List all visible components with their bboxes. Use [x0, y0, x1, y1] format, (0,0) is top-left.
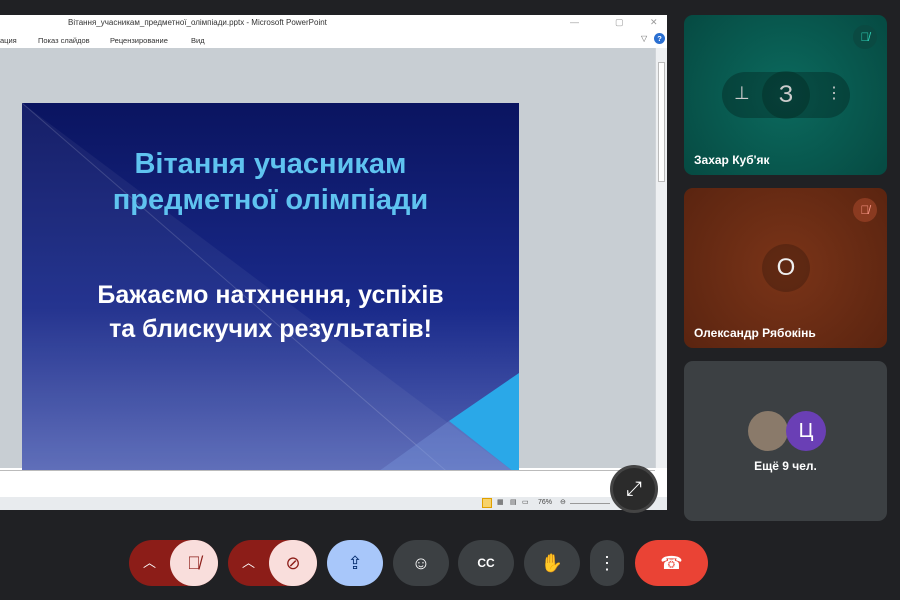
participant-photo	[748, 411, 788, 451]
participant-tile[interactable]: 🎙̸ ⊥ З ⋮ Захар Куб'як	[684, 15, 887, 175]
avatar: О	[762, 244, 810, 292]
participant-name: Захар Куб'як	[694, 153, 770, 167]
mic-options-chevron[interactable]: ︿	[143, 540, 156, 586]
slide-heading: Вітання учасникам предметної олімпіади	[22, 146, 519, 218]
tab-view[interactable]: Вид	[191, 36, 205, 45]
tab-animation[interactable]: ация	[0, 36, 17, 45]
ribbon-tabs: ация Показ слайдов Рецензирование Вид ▽ …	[0, 31, 667, 48]
pin-icon[interactable]: ⊥	[734, 83, 750, 104]
help-icon[interactable]: ?	[654, 33, 665, 44]
more-participants-label: Ещё 9 чел.	[754, 459, 817, 473]
slide-subtitle: Бажаємо натхнення, успіхів та блискучих …	[22, 278, 519, 346]
avatar: Ц	[786, 411, 826, 451]
camera-toggle-button[interactable]: ⊘	[269, 540, 317, 586]
vertical-scrollbar[interactable]	[655, 48, 667, 468]
camera-options-chevron[interactable]: ︿	[242, 540, 255, 586]
mic-toggle-button[interactable]: 🎙̸	[170, 540, 218, 586]
more-options-icon[interactable]: ⋮	[826, 83, 842, 103]
participant-name: Олександр Рябокінь	[694, 326, 816, 340]
participant-tile[interactable]: 🎙̸ О Олександр Рябокінь	[684, 188, 887, 348]
window-title: Вітання_учасникам_предметної_олімпіади.p…	[68, 18, 327, 27]
minimize-button[interactable]: —	[570, 17, 579, 27]
leave-call-button[interactable]: ☎	[635, 540, 708, 586]
subtitle-line: Бажаємо натхнення, успіхів	[97, 281, 444, 309]
normal-view-icon[interactable]	[482, 498, 492, 508]
mic-group: ︿ 🎙̸	[129, 540, 218, 586]
heading-line: предметної олімпіади	[112, 184, 429, 216]
slide: Вітання учасникам предметної олімпіади Б…	[22, 103, 519, 476]
fullscreen-button[interactable]: ⤢	[610, 465, 658, 513]
title-bar: Вітання_учасникам_предметної_олімпіади.p…	[0, 15, 667, 31]
avatar: З	[762, 71, 810, 119]
slide-workspace: Вітання учасникам предметної олімпіади Б…	[0, 48, 655, 476]
subtitle-line: та блискучих результатів!	[109, 315, 432, 343]
mic-off-icon: 🎙̸	[853, 25, 877, 49]
camera-group: ︿ ⊘	[228, 540, 317, 586]
notes-pane[interactable]	[0, 470, 655, 497]
tile-hover-controls: ⊥ З ⋮	[722, 71, 850, 119]
expand-icon: ⤢	[626, 478, 642, 500]
raise-hand-button[interactable]: ✋	[524, 540, 580, 586]
heading-line: Вітання учасникам	[134, 148, 407, 180]
emoji-button[interactable]: ☺	[393, 540, 449, 586]
window-bottom	[0, 510, 667, 519]
close-button[interactable]: ✕	[650, 17, 658, 28]
present-screen-button[interactable]: ⇪	[327, 540, 383, 586]
status-bar: ▦ ▤ ▭ 76% ⊖	[0, 497, 667, 510]
powerpoint-window: Вітання_учасникам_предметної_олімпіади.p…	[0, 15, 667, 519]
slideshow-icon[interactable]: ▭	[522, 498, 529, 506]
ribbon-collapse-icon[interactable]: ▽	[641, 34, 647, 43]
mic-off-icon: 🎙̸	[853, 198, 877, 222]
zoom-out-icon[interactable]: ⊖	[560, 498, 566, 506]
restore-button[interactable]: ▢	[615, 17, 624, 28]
tab-review[interactable]: Рецензирование	[110, 36, 168, 45]
captions-button[interactable]: CC	[458, 540, 514, 586]
scroll-thumb[interactable]	[658, 62, 665, 182]
zoom-level[interactable]: 76%	[538, 499, 552, 506]
tab-slideshow[interactable]: Показ слайдов	[38, 36, 90, 45]
reading-view-icon[interactable]: ▤	[510, 498, 517, 506]
more-participants-tile[interactable]: Ц Ещё 9 чел.	[684, 361, 887, 521]
slide-sorter-icon[interactable]: ▦	[497, 498, 504, 506]
zoom-slider[interactable]	[570, 503, 610, 504]
more-options-button[interactable]: ⋮	[590, 540, 624, 586]
